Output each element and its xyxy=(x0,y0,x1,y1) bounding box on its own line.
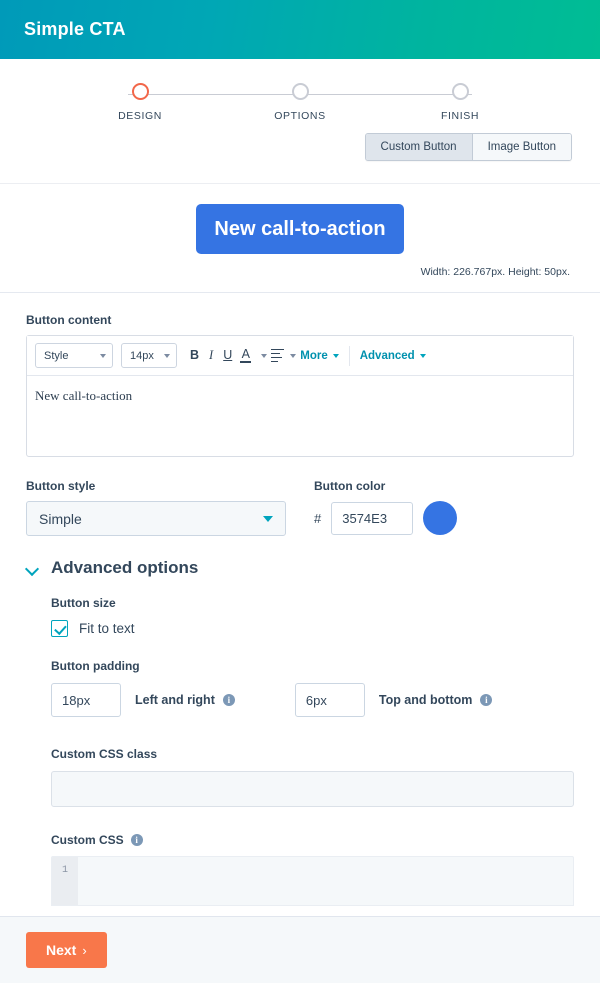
padding-top-bottom-input[interactable] xyxy=(294,683,365,717)
cta-dimensions-text: Width: 226.767px. Height: 50px. xyxy=(420,266,570,278)
advanced-menu-button[interactable]: Advanced xyxy=(358,347,428,365)
font-size-value: 14px xyxy=(130,349,154,362)
chevron-down-icon xyxy=(419,353,426,358)
custom-css-code-editor[interactable]: 1 xyxy=(51,856,574,906)
advanced-options-title: Advanced options xyxy=(51,558,199,577)
button-style-select[interactable]: Simple xyxy=(26,501,286,536)
font-color-dropdown[interactable] xyxy=(254,351,269,361)
underline-button[interactable]: U xyxy=(218,346,237,365)
more-menu-label: More xyxy=(300,349,328,362)
bold-button[interactable]: B xyxy=(185,346,204,365)
toolbar-divider xyxy=(348,345,350,366)
more-menu-button[interactable]: More xyxy=(298,347,340,365)
page-title: Simple CTA xyxy=(24,19,126,39)
code-gutter-line-number: 1 xyxy=(52,857,78,905)
step-label: FINISH xyxy=(440,110,480,122)
button-type-toggle-group: Custom Button Image Button xyxy=(364,133,572,161)
next-button-label: Next xyxy=(46,942,77,958)
step-options[interactable]: OPTIONS xyxy=(260,83,340,122)
cta-editor-window: Simple CTA DESIGN OPTIONS FINISH Custom … xyxy=(0,0,600,983)
tab-custom-button[interactable]: Custom Button xyxy=(365,134,472,160)
advanced-menu-label: Advanced xyxy=(359,349,415,362)
chevron-down-icon xyxy=(261,353,268,358)
custom-css-label-row: Custom CSS i xyxy=(51,833,574,847)
advanced-options-toggle[interactable]: Advanced options xyxy=(26,558,574,578)
step-finish[interactable]: FINISH xyxy=(420,83,500,122)
step-dot-icon xyxy=(131,83,149,100)
fit-to-text-label: Fit to text xyxy=(79,621,135,636)
style-dropdown[interactable]: Style xyxy=(35,343,113,368)
custom-css-label: Custom CSS xyxy=(51,833,124,847)
button-color-hex-input[interactable] xyxy=(331,501,414,535)
align-left-icon xyxy=(271,348,285,363)
step-label: OPTIONS xyxy=(274,110,326,122)
rich-text-editor: Style 14px B I U A More Advanced New cal… xyxy=(26,335,574,457)
info-icon[interactable]: i xyxy=(222,694,235,706)
wizard-stepper: DESIGN OPTIONS FINISH xyxy=(100,83,500,127)
form-body: Button content Style 14px B I U A More A… xyxy=(0,293,600,906)
button-style-field: Button style Simple xyxy=(26,479,286,536)
padding-left-right-input[interactable] xyxy=(51,683,121,717)
advanced-options-body: Button size Fit to text Button padding L… xyxy=(26,596,574,906)
step-dot-icon xyxy=(291,83,309,100)
chevron-down-icon xyxy=(26,562,39,575)
code-text-area[interactable] xyxy=(78,857,573,905)
style-color-row: Button style Simple Button color # xyxy=(26,479,574,536)
cta-preview-section: New call-to-action Width: 226.767px. Hei… xyxy=(0,184,600,293)
font-color-button[interactable]: A xyxy=(237,346,254,366)
chevron-down-icon xyxy=(263,515,273,522)
button-content-label: Button content xyxy=(26,313,112,327)
editor-text-area[interactable]: New call-to-action xyxy=(27,376,573,456)
cta-preview-button[interactable]: New call-to-action xyxy=(196,204,404,254)
button-type-toggle-row: Custom Button Image Button xyxy=(0,127,600,175)
custom-css-class-input[interactable] xyxy=(51,771,574,807)
button-style-label: Button style xyxy=(26,479,96,493)
tab-image-button[interactable]: Image Button xyxy=(471,134,571,160)
step-design[interactable]: DESIGN xyxy=(100,83,180,122)
text-align-button[interactable] xyxy=(269,346,298,366)
padding-left-right-label: Left and right xyxy=(135,693,215,707)
style-dropdown-value: Style xyxy=(44,349,69,362)
step-dot-icon xyxy=(451,83,469,100)
button-color-field: Button color # xyxy=(314,479,574,536)
chevron-down-icon xyxy=(332,353,339,358)
wizard-step-section: DESIGN OPTIONS FINISH Custom Button Imag… xyxy=(0,59,600,184)
button-padding-label: Button padding xyxy=(51,659,140,673)
chevron-down-icon xyxy=(290,353,297,358)
button-size-label: Button size xyxy=(51,596,116,610)
italic-button[interactable]: I xyxy=(204,346,218,365)
font-color-letter: A xyxy=(241,346,250,361)
padding-inputs-row: Left and right i Top and bottom i xyxy=(51,683,574,717)
font-color-swatch-bar xyxy=(240,361,252,364)
editor-toolbar: Style 14px B I U A More Advanced xyxy=(27,336,573,376)
wizard-footer: Next › xyxy=(0,916,600,983)
info-icon[interactable]: i xyxy=(480,694,493,706)
chevron-down-icon xyxy=(100,353,106,358)
padding-top-bottom-label: Top and bottom xyxy=(378,693,473,707)
button-color-label: Button color xyxy=(314,479,386,493)
font-size-dropdown[interactable]: 14px xyxy=(121,343,177,368)
chevron-down-icon xyxy=(164,353,170,358)
color-swatch-button[interactable] xyxy=(423,501,458,535)
custom-css-class-label: Custom CSS class xyxy=(51,747,158,761)
step-label: DESIGN xyxy=(118,110,162,122)
chevron-right-icon: › xyxy=(82,942,87,958)
info-icon[interactable]: i xyxy=(130,834,143,846)
next-button[interactable]: Next › xyxy=(26,932,107,968)
app-header: Simple CTA xyxy=(0,0,600,59)
button-style-value: Simple xyxy=(39,510,82,527)
fit-to-text-checkbox[interactable] xyxy=(51,620,68,637)
fit-to-text-row[interactable]: Fit to text xyxy=(51,620,574,637)
hash-symbol: # xyxy=(314,510,322,526)
